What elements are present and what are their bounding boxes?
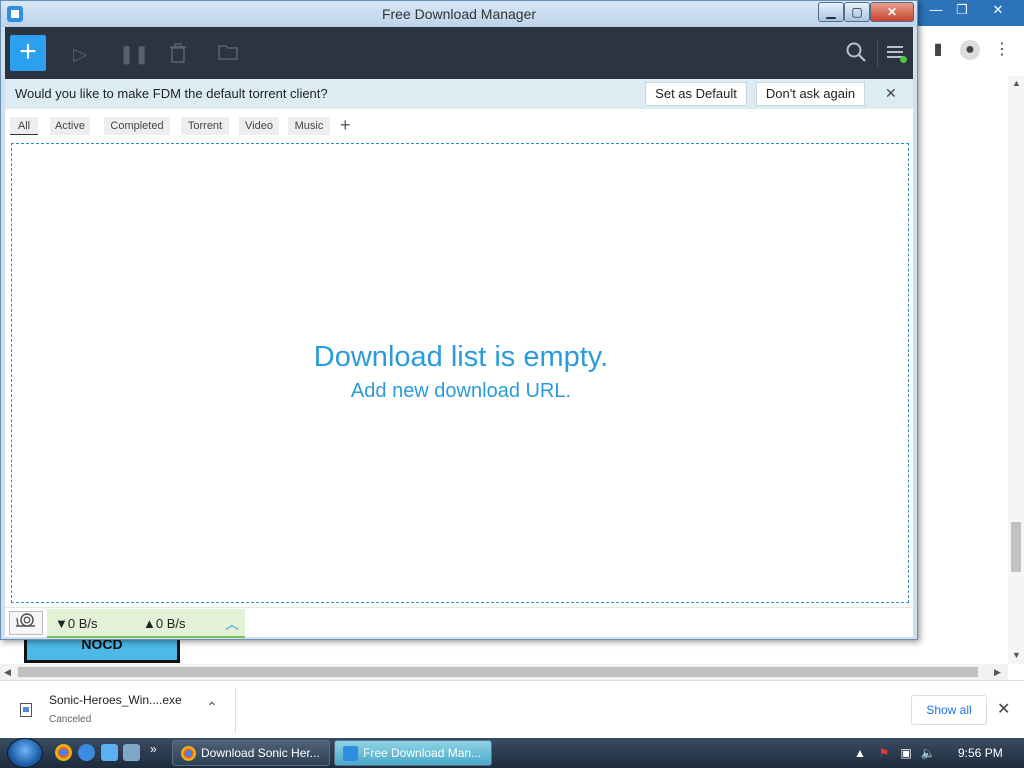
snail-icon[interactable] — [9, 611, 43, 635]
internet-explorer-icon[interactable] — [78, 744, 95, 761]
chevron-up-icon[interactable]: ︿ — [225, 614, 239, 634]
tab-music[interactable]: Music — [288, 117, 330, 135]
vertical-scrollbar-thumb[interactable] — [1011, 522, 1021, 572]
tab-completed[interactable]: Completed — [104, 117, 170, 135]
system-tray: ▲ ⚑ ▣ 🔈 9:56 PM — [850, 738, 1024, 768]
close-button[interactable]: ✕ — [870, 2, 914, 22]
trash-icon[interactable] — [167, 43, 189, 65]
fdm-window: Free Download Manager ▁ ▢ ✕ + ▷ ❚❚ Would… — [0, 0, 918, 640]
browser-restore-button[interactable]: ❐ — [954, 0, 970, 20]
horizontal-scrollbar[interactable]: ◀ ▶ — [0, 664, 1008, 680]
minimize-button[interactable]: ▁ — [818, 2, 844, 22]
set-as-default-button[interactable]: Set as Default — [645, 82, 747, 106]
scroll-left-arrow-icon[interactable]: ◀ — [4, 667, 11, 678]
add-url-link[interactable]: Add new download URL. — [12, 380, 910, 403]
windows-taskbar: » Download Sonic Her... Free Download Ma… — [0, 738, 1024, 768]
pause-icon[interactable]: ❚❚ — [119, 43, 149, 65]
upload-speed: ▲0 B/s — [143, 616, 186, 631]
status-bar: ▼0 B/s ▲0 B/s ︿ — [5, 607, 913, 638]
download-shelf: Sonic-Heroes_Win....exe Canceled ⌃ Show … — [0, 680, 1024, 738]
browser-minimize-button[interactable]: — — [928, 0, 944, 20]
close-icon[interactable]: ✕ — [997, 699, 1010, 719]
chevron-up-icon[interactable]: ⌃ — [206, 699, 218, 716]
sidebar-panel-icon[interactable]: ▮ — [928, 40, 948, 60]
show-all-button[interactable]: Show all — [911, 695, 987, 725]
kebab-menu-icon[interactable]: ⋮ — [992, 40, 1012, 60]
scroll-up-arrow-icon[interactable]: ▲ — [1012, 78, 1021, 88]
fdm-toolbar: + ▷ ❚❚ — [5, 27, 913, 79]
empty-state-title: Download list is empty. — [313, 341, 609, 373]
desktop-icon[interactable] — [101, 744, 118, 761]
action-center-flag-icon[interactable]: ⚑ — [876, 745, 892, 761]
vertical-scrollbar[interactable]: ▲ ▼ — [1008, 76, 1024, 664]
maximize-button[interactable]: ▢ — [844, 2, 870, 22]
browser-toolbar: ▮ ● ⋮ — [918, 26, 1024, 76]
scroll-down-arrow-icon[interactable]: ▼ — [1012, 650, 1021, 660]
add-tag-plus-icon[interactable]: + — [340, 115, 351, 136]
volume-muted-icon[interactable]: 🔈 — [920, 745, 936, 761]
chrome-icon[interactable] — [55, 744, 72, 761]
play-icon[interactable]: ▷ — [69, 43, 91, 65]
window-title: Free Download Manager — [381, 6, 537, 22]
speed-panel[interactable]: ▼0 B/s ▲0 B/s ︿ — [47, 609, 245, 638]
network-icon[interactable]: ▣ — [898, 745, 914, 761]
scroll-right-arrow-icon[interactable]: ▶ — [994, 667, 1001, 678]
search-icon[interactable] — [845, 41, 867, 63]
fdm-titlebar[interactable]: Free Download Manager ▁ ▢ ✕ — [1, 1, 917, 27]
download-list-area: All Active Completed Torrent Video Music… — [5, 109, 913, 607]
add-download-button[interactable]: + — [10, 35, 46, 71]
download-speed: ▼0 B/s — [55, 616, 98, 631]
app-quick-launch-icon[interactable] — [123, 744, 140, 761]
default-client-notice: Would you like to make FDM the default t… — [5, 79, 913, 109]
fdm-app-icon — [343, 746, 358, 761]
taskbar-task-chrome[interactable]: Download Sonic Her... — [172, 740, 330, 766]
toolbar-divider — [877, 39, 878, 67]
tab-active[interactable]: Active — [50, 117, 90, 135]
chrome-icon — [181, 746, 196, 761]
notice-text: Would you like to make FDM the default t… — [15, 86, 328, 101]
download-status: Canceled — [49, 714, 92, 725]
taskbar-task-label: Free Download Man... — [363, 746, 482, 760]
taskbar-task-fdm[interactable]: Free Download Man... — [334, 740, 492, 766]
dont-ask-again-button[interactable]: Don't ask again — [756, 82, 865, 106]
update-indicator-dot — [900, 56, 907, 63]
profile-avatar-icon[interactable]: ● — [960, 40, 980, 60]
download-file-name: Sonic-Heroes_Win....exe — [49, 693, 182, 707]
taskbar-task-label: Download Sonic Her... — [201, 746, 320, 760]
horizontal-scrollbar-thumb[interactable] — [18, 667, 978, 677]
browser-close-button[interactable]: ✕ — [988, 0, 1008, 20]
start-button[interactable] — [7, 738, 43, 768]
folder-icon[interactable] — [217, 43, 239, 65]
quick-launch-overflow-icon[interactable]: » — [150, 742, 157, 756]
show-hidden-icons-icon[interactable]: ▲ — [852, 745, 868, 761]
tab-all[interactable]: All — [10, 117, 38, 135]
file-icon — [20, 703, 32, 717]
download-item[interactable]: Sonic-Heroes_Win....exe Canceled ⌃ — [10, 687, 236, 733]
close-icon[interactable]: ✕ — [885, 85, 897, 102]
taskbar-clock[interactable]: 9:56 PM — [958, 746, 1003, 760]
drop-zone[interactable]: Download list is empty. Add new download… — [11, 143, 909, 603]
tab-video[interactable]: Video — [239, 117, 279, 135]
tab-torrent[interactable]: Torrent — [181, 117, 229, 135]
